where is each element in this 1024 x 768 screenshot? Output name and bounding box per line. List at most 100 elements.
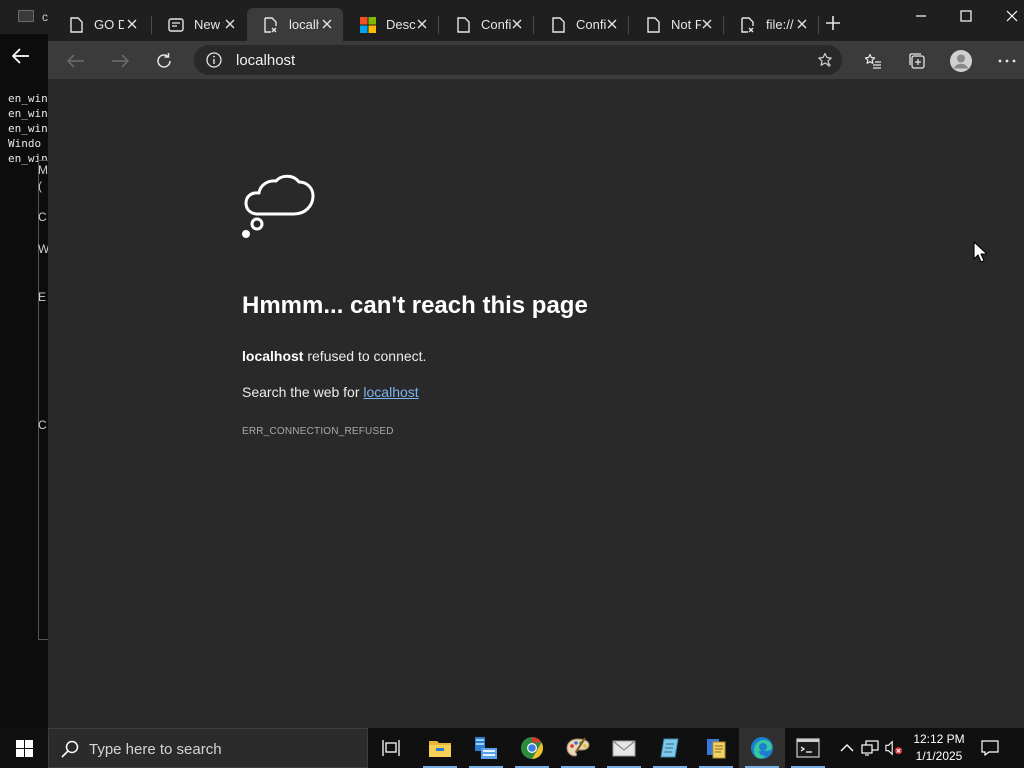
- chrome-icon: [521, 737, 543, 759]
- tab[interactable]: New t: [152, 8, 246, 41]
- favorites-button[interactable]: [859, 48, 887, 74]
- tab-close-icon[interactable]: [124, 16, 140, 32]
- site-info-icon[interactable]: [206, 52, 222, 68]
- tab-separator: [818, 16, 819, 34]
- profile-button[interactable]: [947, 48, 975, 74]
- network-icon[interactable]: [861, 739, 879, 757]
- tab-strip: GO D New t localh: [48, 0, 1024, 41]
- clock-date: 1/1/2025: [915, 749, 963, 763]
- dialog-text: E: [38, 290, 47, 304]
- tab-close-icon[interactable]: [222, 16, 238, 32]
- forward-button[interactable]: [106, 48, 134, 74]
- error-message-text: refused to connect.: [307, 348, 427, 364]
- error-code: ERR_CONNECTION_REFUSED: [242, 426, 394, 437]
- forward-arrow-icon: [112, 54, 129, 68]
- edge-browser-button[interactable]: [739, 728, 785, 768]
- task-view-button[interactable]: [369, 728, 415, 768]
- back-arrow-icon: [67, 54, 84, 68]
- thinking-cloud-icon: [242, 174, 315, 238]
- tab-title: New t: [194, 17, 224, 32]
- dialog-text: W: [38, 242, 48, 256]
- mail-envelope-icon: [612, 740, 636, 757]
- refresh-button[interactable]: [150, 48, 178, 74]
- refresh-icon: [157, 53, 171, 68]
- background-window-titlebar[interactable]: cr: [0, 0, 48, 34]
- minimize-button[interactable]: [906, 4, 936, 28]
- maximize-icon: [960, 10, 972, 22]
- notepad-app-button[interactable]: [647, 728, 693, 768]
- more-dots-icon: [998, 59, 1016, 63]
- maximize-button[interactable]: [951, 4, 981, 28]
- file-explorer-button[interactable]: [417, 728, 463, 768]
- tab-close-icon[interactable]: [604, 16, 620, 32]
- error-host: localhost: [242, 348, 304, 364]
- error-title: Hmmm... can't reach this page: [242, 292, 588, 319]
- close-window-button[interactable]: [997, 4, 1024, 28]
- tab-title: localh: [289, 17, 319, 32]
- new-tab-button[interactable]: [823, 13, 843, 33]
- close-icon: [1006, 10, 1018, 22]
- mail-app-button[interactable]: [601, 728, 647, 768]
- mouse-cursor-icon: [973, 241, 987, 263]
- notifications-button[interactable]: [978, 738, 1002, 758]
- server-manager-button[interactable]: [463, 728, 509, 768]
- address-url[interactable]: localhost: [236, 52, 295, 69]
- tab[interactable]: Confi: [439, 8, 533, 41]
- console-line: en_win: [8, 107, 48, 120]
- plus-icon: [826, 16, 840, 30]
- tab-close-icon[interactable]: [414, 16, 430, 32]
- paint-palette-icon: [566, 737, 590, 757]
- tab-close-icon[interactable]: [509, 16, 525, 32]
- tab-title: Not F: [671, 17, 701, 32]
- system-clock[interactable]: 12:12 PM 1/1/2025: [906, 731, 972, 765]
- back-button[interactable]: [62, 48, 90, 74]
- console-line: en_win: [8, 92, 48, 105]
- error-message: localhost refused to connect.: [242, 348, 426, 364]
- minimize-icon: [916, 15, 926, 17]
- back-arrow-icon[interactable]: [0, 36, 48, 76]
- page-icon: [68, 16, 84, 33]
- taskbar-search-box[interactable]: Type here to search: [48, 728, 368, 768]
- volume-muted-icon[interactable]: [885, 739, 903, 757]
- tab-close-icon[interactable]: [319, 16, 335, 32]
- dialog-text: M: [38, 163, 48, 177]
- task-view-icon: [382, 740, 400, 756]
- error-page-icon: [263, 16, 279, 33]
- error-page-icon: [740, 16, 756, 33]
- console-line: Windo: [8, 137, 42, 150]
- dialog-text: C: [38, 418, 47, 432]
- office-documents-icon: [707, 739, 726, 759]
- add-favorite-star-icon[interactable]: [816, 51, 834, 69]
- tab[interactable]: file://: [724, 8, 818, 41]
- tab[interactable]: Confi: [534, 8, 628, 41]
- office-app-button[interactable]: [693, 728, 739, 768]
- search-icon: [61, 740, 79, 758]
- search-suggestion: Search the web for localhost: [242, 384, 419, 400]
- tab-close-icon[interactable]: [794, 16, 810, 32]
- start-button[interactable]: [0, 728, 48, 768]
- show-hidden-icons-chevron-icon[interactable]: [838, 739, 856, 757]
- avatar-icon: [950, 50, 972, 72]
- tab[interactable]: Descr: [344, 8, 438, 41]
- terminal-button[interactable]: [785, 728, 831, 768]
- address-bar[interactable]: localhost: [194, 45, 842, 75]
- tab-title: Confi: [481, 17, 511, 32]
- console-line: en_win: [8, 122, 48, 135]
- collections-button[interactable]: [903, 48, 931, 74]
- notification-icon: [981, 740, 999, 756]
- tab-active[interactable]: localh: [247, 8, 343, 41]
- tab[interactable]: GO D: [52, 8, 148, 41]
- tab-close-icon[interactable]: [699, 16, 715, 32]
- background-window[interactable]: cr en_win en_win en_win Windo en_win M (…: [0, 0, 48, 728]
- chrome-button[interactable]: [509, 728, 555, 768]
- search-web-link[interactable]: localhost: [363, 384, 418, 400]
- background-dialog[interactable]: [38, 160, 48, 640]
- search-placeholder: Type here to search: [89, 741, 222, 758]
- tab[interactable]: Not F: [629, 8, 723, 41]
- clock-time: 12:12 PM: [913, 732, 965, 746]
- windows-logo-icon: [15, 739, 33, 757]
- terminal-icon: [796, 738, 820, 758]
- settings-more-button[interactable]: [993, 48, 1021, 74]
- browser-toolbar: localhost: [48, 41, 1024, 80]
- paint-app-button[interactable]: [555, 728, 601, 768]
